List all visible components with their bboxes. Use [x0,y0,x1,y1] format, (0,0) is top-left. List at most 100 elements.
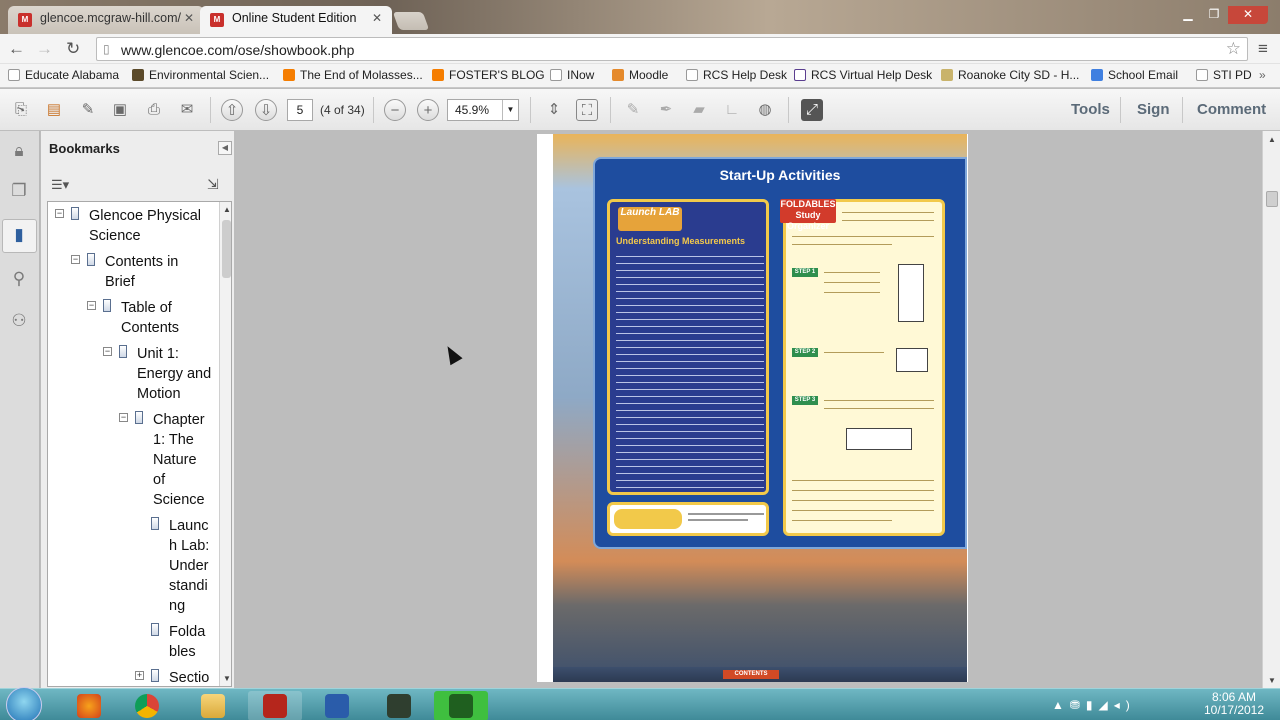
collapse-toggle-icon[interactable]: − [103,347,112,356]
comment-button[interactable]: Comment [1197,101,1266,118]
scroll-up-icon[interactable]: ▲ [223,205,231,214]
bookmark-fosters-blog[interactable]: FOSTER'S BLOG [432,68,545,82]
bookmark-rcs-virtual-help-desk[interactable]: RCS Virtual Help Desk [794,68,932,82]
bookmark-moodle[interactable]: Moodle [612,68,668,82]
taskbar-clock[interactable]: 8:06 AM 10/17/2012 [1190,691,1278,717]
next-page-icon[interactable]: ⇩ [255,99,277,121]
expand-bookmark-icon[interactable]: ⇲ [207,176,219,193]
bookmark-tree-scrollbar[interactable]: ▲ ▼ [219,202,231,686]
collapse-panel-icon[interactable]: ◀ [218,141,232,155]
reload-icon[interactable]: ↻ [66,39,80,59]
bookmark-rcs-help-desk[interactable]: RCS Help Desk [686,68,787,82]
collapse-toggle-icon[interactable]: − [55,209,64,218]
bookmark-item-section[interactable]: Sectio [169,668,209,686]
scroll-down-icon[interactable]: ▼ [223,674,231,683]
page-icon [1196,69,1208,81]
scrollbar-thumb[interactable] [222,220,231,278]
bookmark-item-foldables[interactable]: Folda bles [169,622,205,662]
star-icon[interactable]: ☆ [1226,39,1241,59]
taskbar-word[interactable] [310,691,364,720]
zoom-level-select[interactable]: 45.9% ▼ [447,99,519,121]
stamp-icon[interactable]: ▰ [688,99,710,121]
lock-icon[interactable]: 🔒︎ [8,141,30,165]
save-icon[interactable]: ▣ [109,99,131,121]
bookmark-item-chapter-1[interactable]: Chapter 1: The Nature of Science [153,410,205,510]
more-bookmarks-icon[interactable]: » [1259,68,1266,82]
bookmark-end-of-molasses[interactable]: The End of Molasses... [283,68,423,82]
bookmark-environmental-science[interactable]: Environmental Scien... [132,68,269,82]
measure-icon[interactable]: ∟ [721,99,743,121]
bookmark-item-unit-1[interactable]: Unit 1: Energy and Motion [137,344,211,404]
scrollbar-thumb[interactable] [1266,191,1278,207]
toolbar-divider [210,97,211,123]
text-line [824,352,884,353]
tab-online-student-edition[interactable]: M Online Student Edition ✕ [200,6,392,34]
start-button[interactable] [6,687,42,720]
bookmark-item-contents-in-brief[interactable]: Contents in Brief [105,252,178,292]
tab-glencoe[interactable]: M glencoe.mcgraw-hill.com/ ✕ [8,6,204,34]
bookmark-item-glencoe-physical-science[interactable]: Glencoe Physical Science [89,206,201,246]
bookmark-item-table-of-contents[interactable]: Table of Contents [121,298,179,338]
forward-arrow-icon[interactable]: → [36,39,53,59]
pdf-toolbar: ⎘ ▤ ✎ ▣ ⎙ ✉ ⇧ ⇩ 5 (4 of 34) − + 45.9% ▼ … [0,89,1280,131]
full-screen-icon[interactable]: ⤢ [801,99,823,121]
fit-page-icon[interactable]: ⛶ [576,99,598,121]
bookmark-icon[interactable]: ▮ [8,225,30,249]
print-icon[interactable]: ⎙ [143,99,165,121]
scroll-up-icon[interactable]: ▲ [1268,135,1276,144]
sign-pen-icon[interactable]: ✒ [655,99,677,121]
bookmark-roanoke-city-sd[interactable]: Roanoke City SD - H... [941,68,1079,82]
zoom-out-icon[interactable]: − [384,99,406,121]
annotate-icon[interactable]: ✎ [622,99,644,121]
close-icon[interactable]: ✕ [372,11,382,25]
taskbar-firefox[interactable] [62,691,116,720]
fit-width-icon[interactable]: ⇕ [543,99,565,121]
zoom-in-icon[interactable]: + [417,99,439,121]
bookmark-sti-pd[interactable]: STI PD [1196,68,1252,82]
edit-pdf-icon[interactable]: ✎ [77,99,99,121]
options-menu-icon[interactable]: ☰▾ [51,177,69,193]
page-thumbnails-icon[interactable]: ❐ [8,181,30,205]
taskbar-mcgraw-hill[interactable] [248,691,302,720]
minimize-window-button[interactable]: ▁ [1176,6,1200,24]
bookmark-school-email[interactable]: School Email [1091,68,1178,82]
collapse-toggle-icon[interactable]: − [71,255,80,264]
url-text: www.glencoe.com/ose/showbook.php [121,42,355,58]
scroll-down-icon[interactable]: ▼ [1268,676,1276,685]
attachment-icon[interactable]: ⚲ [8,269,30,293]
maximize-window-button[interactable]: ❐ [1202,6,1226,24]
new-tab-button[interactable] [392,12,430,30]
contents-button[interactable]: CONTENTS [723,670,779,679]
page-number-input[interactable]: 5 [287,99,313,121]
create-pdf-icon[interactable]: ⎘ [10,99,32,121]
taskbar-explorer[interactable] [186,691,240,720]
tools-button[interactable]: Tools [1071,101,1110,118]
text-line [842,220,934,221]
bookmark-educate-alabama[interactable]: Educate Alabama [8,68,119,82]
taskbar-app[interactable] [434,691,488,720]
expand-toggle-icon[interactable]: + [135,671,144,680]
bookmark-item-launch-lab[interactable]: Launc h Lab: Under standi ng [169,516,209,616]
bookmark-inow[interactable]: INow [550,68,594,82]
taskbar-terminal[interactable] [372,691,426,720]
export-pdf-icon[interactable]: ▤ [43,99,65,121]
collapse-toggle-icon[interactable]: − [119,413,128,422]
tab-label: glencoe.mcgraw-hill.com/ [40,11,182,25]
taskbar-chrome[interactable] [120,691,174,720]
system-tray-icons[interactable]: ▲⛃▮◢◂) [1052,698,1136,712]
globe-icon[interactable]: ◍ [754,99,776,121]
collapse-toggle-icon[interactable]: − [87,301,96,310]
close-window-button[interactable]: ✕ [1228,6,1268,24]
sign-button[interactable]: Sign [1137,101,1170,118]
close-icon[interactable]: ✕ [184,11,194,25]
previous-page-icon[interactable]: ⇧ [221,99,243,121]
folded-paper-diagram [896,348,928,372]
address-bar[interactable]: ▯ www.glencoe.com/ose/showbook.php ☆ [96,37,1248,61]
binoculars-icon[interactable]: ⚇ [8,311,30,335]
menu-icon[interactable]: ≡ [1258,39,1268,59]
text-line [688,519,748,521]
page-scrollbar[interactable]: ▲ ▼ [1262,131,1280,689]
chevron-down-icon[interactable]: ▼ [502,100,518,120]
back-arrow-icon[interactable]: ← [8,39,25,59]
email-icon[interactable]: ✉ [176,99,198,121]
